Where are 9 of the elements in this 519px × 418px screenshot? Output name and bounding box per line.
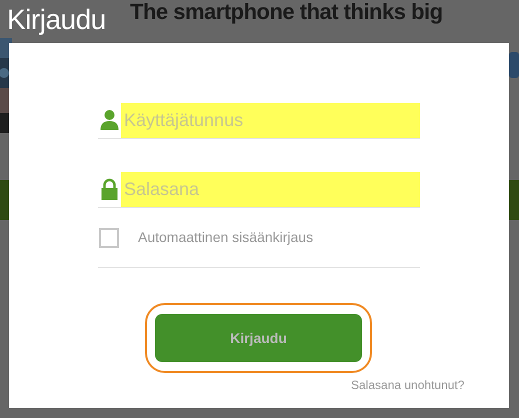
password-field[interactable]: Salasana bbox=[121, 172, 420, 206]
forgot-password-link[interactable]: Salasana unohtunut? bbox=[351, 376, 464, 394]
dialog-title: Kirjaudu bbox=[7, 6, 106, 34]
remember-checkbox[interactable] bbox=[99, 228, 119, 248]
user-icon bbox=[98, 109, 121, 131]
remember-label: Automaattinen sisäänkirjaus bbox=[138, 228, 314, 247]
username-field[interactable]: Käyttäjätunnus bbox=[121, 102, 420, 138]
login-button[interactable]: Kirjaudu bbox=[155, 314, 362, 362]
background-headline: The smartphone that thinks big bbox=[130, 0, 443, 24]
